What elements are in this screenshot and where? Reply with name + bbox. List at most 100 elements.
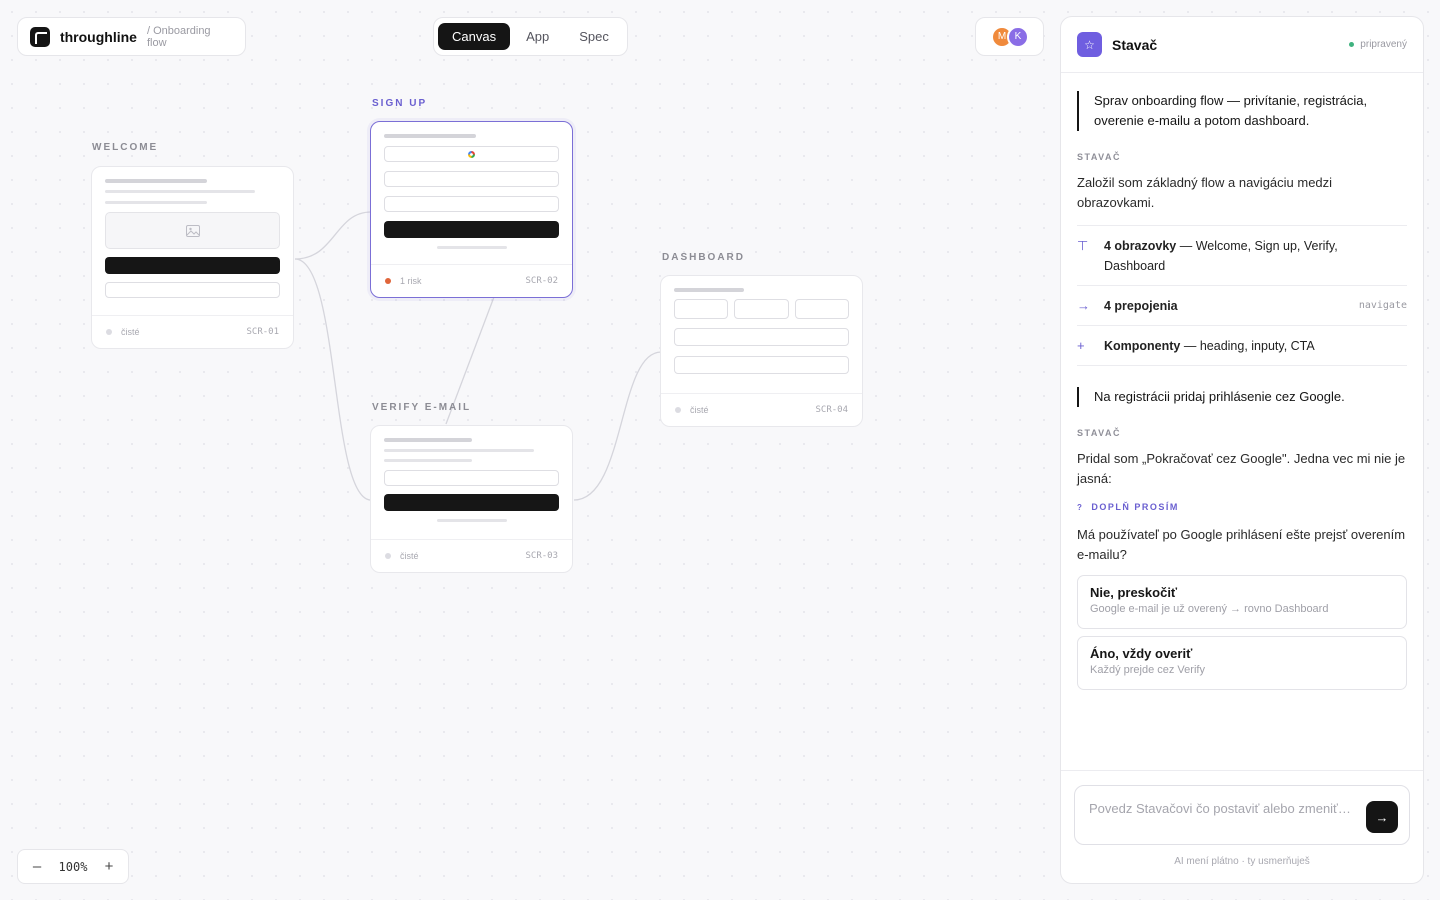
connector-welcome-signup bbox=[294, 211, 372, 260]
heading-placeholder bbox=[105, 179, 207, 183]
connector-verify-dashboard bbox=[573, 351, 662, 501]
row-placeholder bbox=[674, 356, 849, 374]
plus-icon: + bbox=[1077, 338, 1085, 353]
input-placeholder bbox=[384, 470, 559, 486]
user-message: Sprav onboarding flow — privítanie, regi… bbox=[1077, 91, 1397, 131]
assistant-header: ☆ Stavač pripravený bbox=[1061, 17, 1423, 73]
text-placeholder bbox=[384, 459, 472, 462]
link-placeholder bbox=[436, 519, 507, 522]
screen-footer: 1 risk SCR-02 bbox=[371, 264, 572, 297]
zoom-out-button[interactable]: – bbox=[30, 858, 44, 875]
primary-button-placeholder bbox=[384, 221, 559, 238]
screen-id: SCR-04 bbox=[815, 405, 848, 415]
option-subtitle: Každý prejde cez Verify bbox=[1090, 664, 1205, 676]
zoom-controls: – 100% + bbox=[17, 849, 129, 884]
status-dot bbox=[385, 553, 391, 559]
composer: → bbox=[1074, 785, 1410, 845]
app-logo bbox=[30, 26, 50, 47]
assistant-message: Pridal som „Pokračovať cez Google". Jedn… bbox=[1077, 451, 1406, 486]
collaborators[interactable]: M K bbox=[975, 17, 1044, 56]
image-placeholder bbox=[105, 212, 280, 249]
stat-card-placeholder bbox=[674, 299, 729, 319]
screen-label-welcome: WELCOME bbox=[92, 142, 159, 153]
screen-status: čisté bbox=[400, 551, 419, 561]
risk-dot bbox=[385, 278, 391, 284]
prompt-input[interactable] bbox=[1089, 801, 1359, 816]
text-placeholder bbox=[105, 201, 207, 204]
stat-card-placeholder bbox=[794, 299, 849, 319]
status-badge: pripravený bbox=[1349, 39, 1407, 50]
screen-signup[interactable]: 1 risk SCR-02 bbox=[370, 121, 573, 298]
screen-label-dashboard: DASHBOARD bbox=[662, 252, 745, 263]
status-dot bbox=[106, 329, 112, 335]
user-message: Na registrácii pridaj prihlásenie cez Go… bbox=[1077, 387, 1397, 407]
primary-button-placeholder bbox=[384, 494, 559, 511]
input-placeholder bbox=[384, 171, 559, 187]
send-button[interactable]: → bbox=[1366, 801, 1398, 833]
zoom-level: 100% bbox=[58, 859, 88, 874]
clarification-label: ? DOPLŇ PROSÍM bbox=[1077, 502, 1179, 512]
star-icon: ☆ bbox=[1077, 32, 1102, 57]
image-icon bbox=[185, 224, 200, 237]
clarification-label-text: DOPLŇ PROSÍM bbox=[1091, 502, 1179, 512]
screen-status: čisté bbox=[121, 327, 140, 337]
secondary-button-placeholder bbox=[105, 282, 280, 298]
change-item-components[interactable]: + Komponenty — heading, inputy, CTA bbox=[1077, 325, 1407, 366]
screen-dashboard[interactable]: čisté SCR-04 bbox=[660, 275, 863, 427]
assistant-label: STAVAČ bbox=[1077, 428, 1121, 438]
screen-welcome[interactable]: čisté SCR-01 bbox=[91, 166, 294, 349]
option-skip-verify[interactable]: Nie, preskočiť Google e-mail je už overe… bbox=[1077, 575, 1407, 629]
text-placeholder bbox=[105, 190, 255, 193]
screen-footer: čisté SCR-04 bbox=[661, 393, 862, 426]
input-placeholder bbox=[384, 196, 559, 212]
screen-label-signup: SIGN UP bbox=[372, 98, 428, 109]
screen-status: čisté bbox=[690, 405, 709, 415]
status-dot bbox=[1349, 42, 1355, 47]
change-list: ⊤ 4 obrazovky — Welcome, Sign up, Verify… bbox=[1077, 225, 1407, 366]
option-subtitle: Google e-mail je už overený → rovno Dash… bbox=[1090, 603, 1329, 615]
heading-placeholder bbox=[674, 288, 744, 292]
project-name: / Onboarding flow bbox=[146, 24, 211, 49]
heading-placeholder bbox=[384, 134, 476, 138]
screen-status: 1 risk bbox=[400, 276, 422, 286]
change-item-links[interactable]: → 4 prepojenia navigate bbox=[1077, 285, 1407, 325]
change-text: 4 obrazovky — Welcome, Sign up, Verify, … bbox=[1104, 239, 1338, 273]
assistant-label: STAVAČ bbox=[1077, 152, 1121, 162]
tab-spec[interactable]: Spec bbox=[565, 23, 623, 50]
link-placeholder bbox=[436, 246, 507, 249]
screen-id: SCR-02 bbox=[525, 276, 558, 286]
screen-label-verify: VERIFY E-MAIL bbox=[372, 402, 472, 413]
change-text: Komponenty — heading, inputy, CTA bbox=[1104, 339, 1315, 353]
primary-button-placeholder bbox=[105, 257, 280, 274]
google-icon bbox=[468, 150, 475, 158]
status-text: pripravený bbox=[1360, 39, 1407, 50]
assistant-panel: ☆ Stavač pripravený Sprav onboarding flo… bbox=[1060, 16, 1424, 884]
change-item-screens[interactable]: ⊤ 4 obrazovky — Welcome, Sign up, Verify… bbox=[1077, 225, 1407, 285]
tab-canvas[interactable]: Canvas bbox=[438, 23, 511, 50]
screen-id: SCR-03 bbox=[525, 551, 558, 561]
google-button-placeholder bbox=[384, 146, 559, 162]
composer-footnote: AI mení plátno · ty usmerňuješ bbox=[1174, 856, 1310, 867]
project-switcher[interactable]: throughline / Onboarding flow bbox=[17, 17, 246, 56]
screen-verify[interactable]: čisté SCR-03 bbox=[370, 425, 573, 573]
app-name: throughline bbox=[59, 28, 137, 45]
clarification-question: Má používateľ po Google prihlásení ešte … bbox=[1077, 527, 1406, 562]
change-text: 4 prepojenia bbox=[1104, 299, 1178, 313]
connector-welcome-verify bbox=[294, 258, 372, 501]
option-title: Nie, preskočiť bbox=[1090, 585, 1178, 600]
stat-card-placeholder bbox=[734, 299, 789, 319]
node-icon: ⊤ bbox=[1077, 238, 1089, 253]
tab-app[interactable]: App bbox=[512, 23, 563, 50]
option-always-verify[interactable]: Áno, vždy overiť Každý prejde cez Verify bbox=[1077, 636, 1407, 690]
status-dot bbox=[675, 407, 681, 413]
heading-placeholder bbox=[384, 438, 472, 442]
screen-footer: čisté SCR-03 bbox=[371, 539, 572, 572]
row-placeholder bbox=[674, 328, 849, 346]
arrow-right-icon: → bbox=[1375, 809, 1389, 825]
assistant-title: Stavač bbox=[1112, 36, 1158, 53]
text-placeholder bbox=[384, 449, 534, 452]
zoom-in-button[interactable]: + bbox=[102, 858, 116, 875]
view-switcher: Canvas App Spec bbox=[433, 17, 628, 56]
composer-divider bbox=[1061, 770, 1423, 771]
option-title: Áno, vždy overiť bbox=[1090, 646, 1193, 661]
